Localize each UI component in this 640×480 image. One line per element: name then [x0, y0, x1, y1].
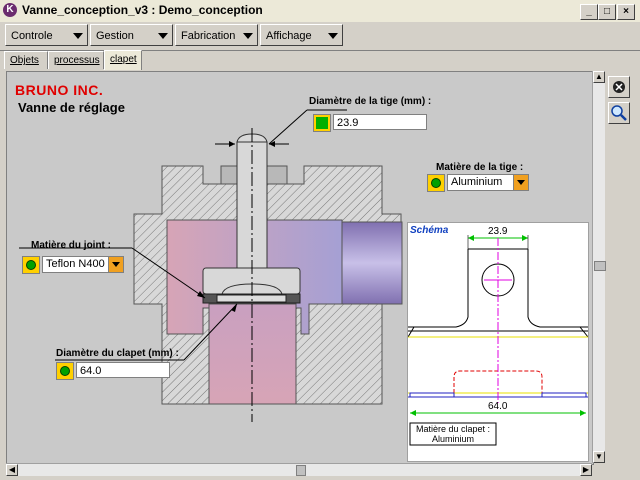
- close-panel-button[interactable]: [608, 76, 630, 98]
- dropdown-arrow-icon[interactable]: [108, 257, 123, 272]
- schema-bottom-dimension: 64.0: [488, 401, 508, 412]
- menu-label: Affichage: [266, 30, 312, 42]
- stem-diameter-input[interactable]: 23.9: [333, 114, 427, 130]
- chevron-down-icon: [158, 33, 168, 39]
- menu-controle[interactable]: Controle: [5, 24, 88, 46]
- stem-material-label: Matière de la tige :: [436, 162, 524, 173]
- scroll-right-icon[interactable]: ▶: [580, 464, 592, 476]
- status-icon[interactable]: [22, 256, 40, 274]
- menu-label: Controle: [11, 30, 53, 42]
- maximize-button[interactable]: □: [598, 4, 616, 20]
- vertical-scrollbar[interactable]: ▲ ▼: [592, 71, 606, 463]
- status-icon[interactable]: [427, 174, 445, 192]
- schema-caption-line2: Aluminium: [431, 434, 474, 444]
- lock-icon[interactable]: [313, 114, 331, 132]
- tab-processus[interactable]: processus: [48, 51, 104, 69]
- tab-clapet[interactable]: clapet: [104, 50, 142, 70]
- menu-affichage[interactable]: Affichage: [260, 24, 343, 46]
- scroll-up-icon[interactable]: ▲: [593, 71, 605, 83]
- valve-diameter-label: Diamètre du clapet (mm) :: [56, 348, 179, 359]
- scroll-thumb[interactable]: [594, 261, 606, 271]
- menu-gestion[interactable]: Gestion: [90, 24, 173, 46]
- app-icon[interactable]: K: [3, 3, 17, 17]
- dropdown-arrow-icon[interactable]: [513, 175, 528, 190]
- close-circle-icon: [613, 81, 625, 93]
- valve-diameter-input[interactable]: 64.0: [76, 362, 170, 378]
- seal-material-label: Matière du joint :: [31, 240, 111, 251]
- stem-diameter-label: Diamètre de la tige (mm) :: [309, 96, 432, 107]
- seal-material-select[interactable]: Teflon N400: [42, 256, 124, 273]
- company-brand: BRUNO INC.: [15, 82, 104, 98]
- schema-panel: Schéma 23.9 64.0 Matière du clapet: Alu…: [407, 222, 589, 462]
- schema-caption-line1: Matière du clapet :: [415, 424, 491, 434]
- drawing-panel: BRUNO INC. Vanne de réglage Diamètre de …: [6, 71, 594, 465]
- drawing-title: Vanne de réglage: [18, 100, 125, 115]
- scroll-thumb[interactable]: [296, 465, 306, 476]
- seal-material-value: Teflon N400: [46, 258, 105, 270]
- magnifier-icon: [611, 105, 627, 121]
- stem-material-value: Aluminium: [451, 176, 503, 188]
- menu-bar: Controle Gestion Fabrication Affichage: [0, 22, 640, 51]
- chevron-down-icon: [73, 33, 83, 39]
- window-title: Vanne_conception_v3 : Demo_conception: [22, 3, 263, 17]
- zoom-button[interactable]: [608, 102, 630, 124]
- chevron-down-icon: [328, 33, 338, 39]
- tab-objets[interactable]: Objets: [4, 51, 48, 69]
- menu-label: Gestion: [96, 30, 134, 42]
- chevron-down-icon: [243, 33, 253, 39]
- title-bar: K Vanne_conception_v3 : Demo_conception …: [0, 0, 640, 23]
- schema-caption: Matière du clapet : Aluminium: [413, 424, 493, 444]
- scroll-left-icon[interactable]: ◀: [6, 464, 18, 476]
- menu-fabrication[interactable]: Fabrication: [175, 24, 258, 46]
- minimize-button[interactable]: _: [580, 4, 598, 20]
- close-button[interactable]: ×: [617, 4, 635, 20]
- horizontal-scrollbar[interactable]: ◀ ▶: [6, 463, 592, 476]
- stem-material-select[interactable]: Aluminium: [447, 174, 529, 191]
- menu-label: Fabrication: [181, 30, 236, 42]
- status-icon[interactable]: [56, 362, 74, 380]
- schema-top-dimension: 23.9: [488, 226, 508, 237]
- scroll-down-icon[interactable]: ▼: [593, 451, 605, 463]
